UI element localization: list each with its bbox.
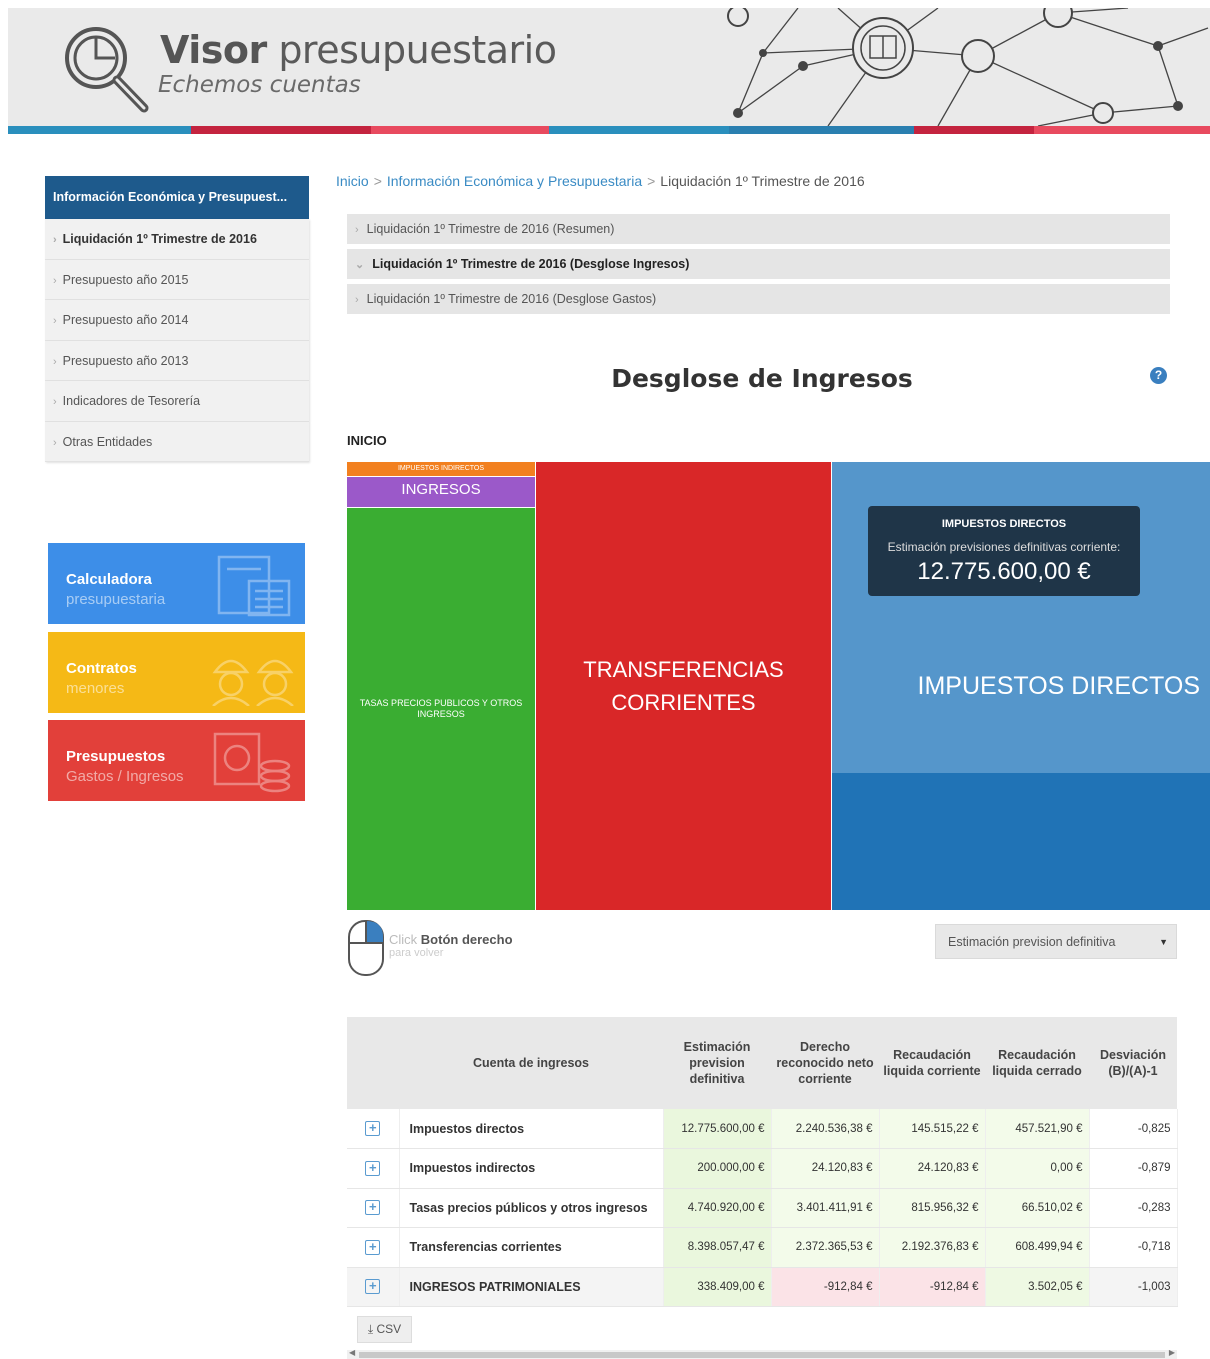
table-row: + Transferencias corrientes 8.398.057,47… [347, 1227, 1178, 1268]
table-row: + INGRESOS PATRIMONIALES 338.409,00 € -9… [347, 1267, 1178, 1307]
sidebar-nav: Información Económica y Presupuest... › L… [45, 176, 309, 462]
column-header-estimacion[interactable]: Estimación prevision definitiva [663, 1017, 771, 1109]
tooltip-subtitle: Estimación previsiones definitivas corri… [887, 540, 1121, 554]
right-click-hint: Click Botón derecho para volver [347, 919, 547, 979]
header-colorbar [8, 126, 1210, 134]
sidebar-item-liquidacion-2016[interactable]: › Liquidación 1º Trimestre de 2016 [45, 219, 309, 260]
scrollbar-thumb[interactable] [359, 1352, 1165, 1358]
treemap-tile-transferencias[interactable]: TRANSFERENCIAS CORRIENTES [535, 462, 831, 910]
measure-select[interactable]: Estimación prevision definitiva ▼ [935, 924, 1177, 959]
expand-plus-icon[interactable]: + [365, 1279, 381, 1295]
breadcrumb-home-link[interactable]: Inicio [336, 173, 369, 189]
treemap-chart: IMPUESTOS INDIRECTOS INGRESOS PATRIMONIA… [347, 462, 1210, 910]
ingresos-table: Cuenta de ingresos Estimación prevision … [347, 1017, 1178, 1307]
chevron-right-icon: › [53, 396, 57, 408]
site-subtitle: Echemos cuentas [158, 72, 361, 98]
promo-calculadora[interactable]: Calculadora presupuestaria [48, 543, 305, 624]
scroll-right-icon[interactable]: ▶ [1169, 1348, 1175, 1357]
table-row: + Impuestos indirectos 200.000,00 € 24.1… [347, 1148, 1178, 1189]
treemap-level-label[interactable]: INICIO [347, 433, 387, 448]
scroll-left-icon[interactable]: ◀ [349, 1348, 355, 1357]
sidebar-item-tesoreria[interactable]: › Indicadores de Tesorería [45, 381, 309, 422]
expand-plus-icon[interactable]: + [365, 1200, 381, 1216]
expand-plus-icon[interactable]: + [365, 1239, 381, 1255]
chevron-right-icon: › [355, 294, 359, 306]
chevron-right-icon: › [53, 274, 57, 287]
accordion-desglose-gastos[interactable]: › Liquidación 1º Trimestre de 2016 (Desgl… [347, 284, 1170, 314]
accordion-desglose-ingresos[interactable]: ⌄ Liquidación 1º Trimestre de 2016 (Desgl… [347, 249, 1170, 279]
promo-presupuestos[interactable]: Presupuestos Gastos / Ingresos [48, 720, 305, 801]
treemap-tile-label: IMPUESTOS DIRECTOS [917, 672, 1200, 700]
site-header: Visor presupuestario Echemos cuentas [8, 8, 1210, 126]
treemap-tile-shade [832, 773, 1210, 910]
chevron-down-icon: ⌄ [355, 259, 365, 271]
mouse-icon [348, 920, 384, 976]
column-header-recaudacion-cerrado[interactable]: Recaudación liquida cerrado [985, 1017, 1089, 1109]
magnifier-chart-icon [65, 27, 149, 113]
treemap-tile-tasas[interactable]: TASAS PRECIOS PUBLICOS Y OTROS INGRESOS [347, 507, 535, 910]
table-row: + Tasas precios públicos y otros ingreso… [347, 1188, 1178, 1228]
download-icon: ⤓ [367, 1322, 374, 1336]
table-row: + Impuestos directos 12.775.600,00 € 2.2… [347, 1109, 1178, 1149]
sidebar-item-presupuesto-2013[interactable]: › Presupuesto año 2013 [45, 340, 309, 381]
chevron-right-icon: › [355, 224, 359, 236]
chevron-right-icon: › [53, 436, 57, 449]
column-header-cuenta[interactable]: Cuenta de ingresos [399, 1017, 663, 1109]
workers-icon [212, 659, 294, 706]
column-header-recaudacion-corriente[interactable]: Recaudación liquida corriente [879, 1017, 985, 1109]
treemap-tooltip: IMPUESTOS DIRECTOS Estimación previsione… [868, 506, 1140, 596]
sidebar-item-presupuesto-2015[interactable]: › Presupuesto año 2015 [45, 259, 309, 300]
tooltip-title: IMPUESTOS DIRECTOS [941, 518, 1067, 530]
treemap-tile-ingresos-patrimoniales[interactable]: INGRESOS PATRIMONIALES [347, 476, 535, 507]
network-graphic [727, 8, 1209, 126]
breadcrumb-current: Liquidación 1º Trimestre de 2016 [660, 173, 865, 189]
tooltip-value: 12.775.600,00 € [917, 558, 1091, 585]
breadcrumb: Inicio > Información Económica y Presupues… [336, 173, 865, 189]
chevron-right-icon: › [53, 234, 57, 246]
column-header-expand [347, 1017, 399, 1109]
expand-plus-icon[interactable]: + [365, 1160, 381, 1176]
chevron-right-icon: › [53, 315, 57, 327]
breadcrumb-section-link[interactable]: Información Económica y Presupuestaria [387, 173, 642, 189]
page-title: Desglose de Ingresos [611, 364, 913, 393]
sidebar-item-otras-entidades[interactable]: › Otras Entidades [45, 421, 309, 462]
coins-icon [213, 732, 291, 793]
treemap-tile-impuestos-indirectos[interactable]: IMPUESTOS INDIRECTOS [347, 462, 535, 476]
sidebar-item-presupuesto-2014[interactable]: › Presupuesto año 2014 [45, 300, 309, 341]
chevron-right-icon: › [53, 355, 57, 368]
help-icon[interactable]: ? [1150, 367, 1167, 384]
expand-plus-icon[interactable]: + [365, 1121, 381, 1136]
site-title[interactable]: Visor presupuestario [160, 28, 557, 72]
accordion-resumen[interactable]: › Liquidación 1º Trimestre de 2016 (Resum… [347, 214, 1170, 244]
column-header-desviacion[interactable]: Desviación (B)/(A)-1 [1089, 1017, 1177, 1109]
caret-down-icon: ▼ [1159, 937, 1168, 947]
calculator-icon [217, 555, 291, 617]
csv-download-button[interactable]: ⤓ CSV [357, 1316, 412, 1343]
column-header-derecho[interactable]: Derecho reconocido neto corriente [771, 1017, 879, 1109]
sidebar-heading[interactable]: Información Económica y Presupuest... [45, 176, 309, 219]
table-horizontal-scrollbar[interactable]: ◀ ▶ [347, 1348, 1177, 1359]
promo-contratos[interactable]: Contratos menores [48, 632, 305, 713]
